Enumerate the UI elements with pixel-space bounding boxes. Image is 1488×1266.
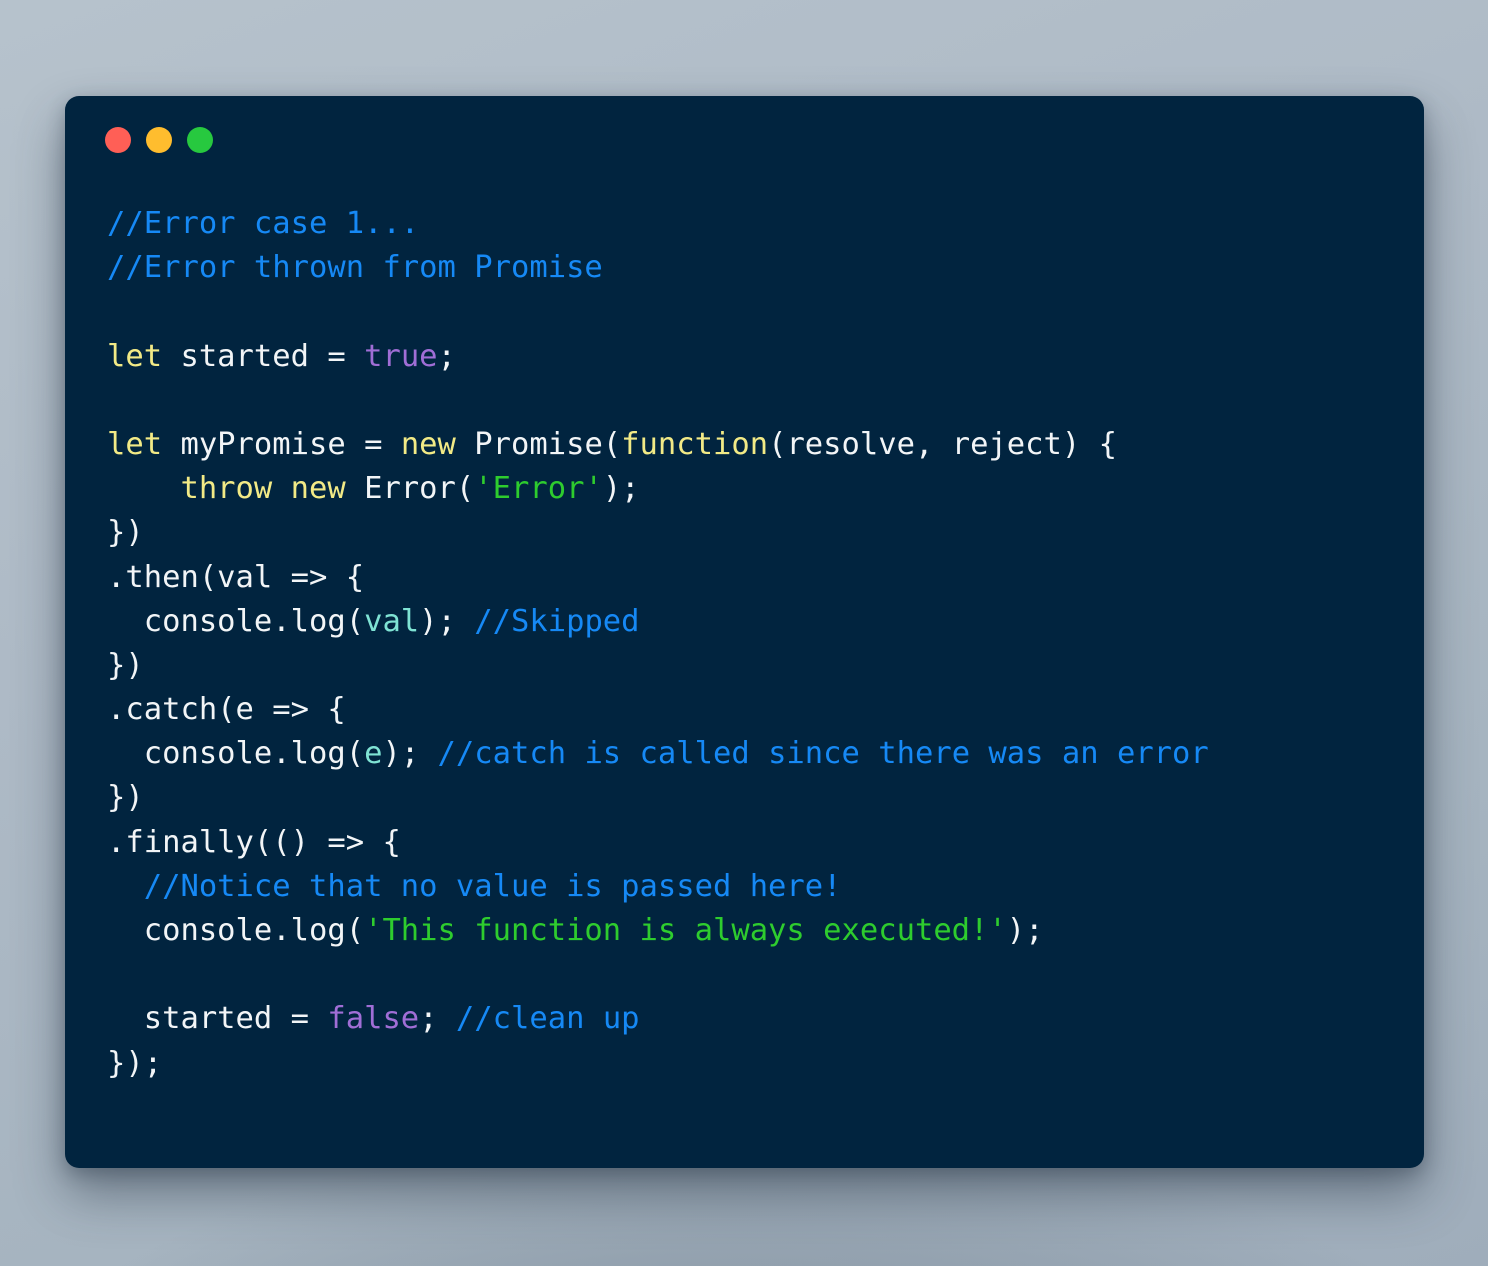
code-line: }); [107, 1042, 1424, 1086]
code-token-comment: //catch is called since there was an err… [437, 736, 1209, 772]
code-line: }) [107, 644, 1424, 688]
code-token-plain: }); [107, 1045, 163, 1081]
code-token-plain: started = [162, 338, 365, 374]
code-token-keyword: throw new [180, 471, 346, 507]
code-line: //Error case 1... [107, 202, 1424, 246]
code-line: .finally(() => { [107, 821, 1424, 865]
code-token-plain: console.log( [107, 736, 365, 772]
code-token-plain: console.log( [107, 913, 365, 948]
code-token-plain: ; [419, 1001, 456, 1037]
code-token-plain: started = [107, 1001, 328, 1037]
code-token-plain: .catch(e => { [107, 692, 346, 728]
minimize-window-icon[interactable] [146, 127, 172, 153]
code-token-keyword: let [107, 338, 163, 374]
code-token-param: e [364, 736, 383, 772]
code-token-plain: }) [107, 647, 144, 683]
code-block: //Error case 1... //Error thrown from Pro… [65, 184, 1424, 1168]
code-token-plain: (resolve, reject) { [768, 426, 1117, 462]
code-token-comment: //Error thrown from Promise [107, 250, 603, 286]
code-token-comment: //Skipped [474, 603, 640, 639]
code-token-string: 'Error' [474, 471, 603, 507]
code-line: throw new Error('Error'); [107, 467, 1424, 511]
code-token-keyword: function [621, 426, 769, 462]
code-token-plain: ); [382, 736, 438, 772]
code-line: console.log('This function is always exe… [107, 909, 1424, 953]
code-token-keyword: let [107, 426, 163, 462]
code-token-plain: console.log( [107, 603, 365, 639]
code-token-keyword: new [400, 426, 456, 462]
code-token-string: 'This function is always executed!' [364, 913, 1007, 948]
code-token-plain: }) [107, 515, 144, 551]
code-token-plain: Error( [345, 471, 475, 507]
code-line: //Notice that no value is passed here! [107, 865, 1424, 909]
close-window-icon[interactable] [105, 127, 131, 153]
code-token-bool: true [364, 338, 438, 374]
maximize-window-icon[interactable] [187, 127, 213, 153]
code-snippet-window: //Error case 1... //Error thrown from Pro… [65, 96, 1424, 1168]
code-token-comment: //Error case 1... [107, 206, 420, 241]
code-line: .catch(e => { [107, 688, 1424, 732]
code-token-comment: //clean up [455, 1001, 640, 1037]
code-token-comment: //Notice that no value is passed here! [143, 868, 842, 904]
code-line: console.log(val); //Skipped [107, 600, 1424, 644]
code-token-plain: }) [107, 780, 144, 816]
code-token-plain: .finally(() => { [107, 824, 401, 860]
code-line: console.log(e); //catch is called since … [107, 732, 1424, 776]
code-token-plain: ); [419, 603, 475, 639]
code-token-plain: ; [437, 338, 456, 374]
code-token-plain: Promise( [455, 426, 622, 462]
code-token-param: val [364, 603, 420, 639]
code-token-plain: myPromise = [162, 426, 401, 462]
code-line: let myPromise = new Promise(function(res… [107, 423, 1424, 467]
code-token-plain: ); [1006, 913, 1044, 948]
window-titlebar [65, 96, 1424, 184]
code-line: }) [107, 511, 1424, 555]
code-line: //Error thrown from Promise [107, 246, 1424, 290]
code-line: }) [107, 776, 1424, 820]
code-token-plain: ); [602, 471, 640, 507]
code-token-bool: false [327, 1001, 420, 1037]
code-line: started = false; //clean up [107, 997, 1424, 1041]
code-token-plain: .then(val => { [107, 559, 365, 595]
code-line: let started = true; [107, 335, 1424, 379]
code-line: .then(val => { [107, 556, 1424, 600]
